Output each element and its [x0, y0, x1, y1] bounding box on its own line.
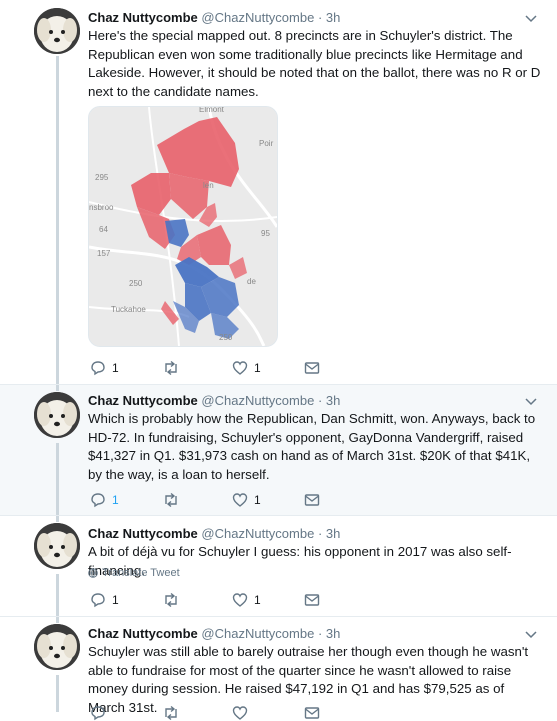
- avatar[interactable]: [34, 624, 80, 670]
- like-button[interactable]: 1: [232, 360, 261, 376]
- reply-icon: [91, 493, 105, 508]
- retweet-icon: [165, 705, 177, 721]
- reply-button[interactable]: 1: [90, 492, 119, 508]
- thread-line: [56, 617, 59, 623]
- display-name[interactable]: Chaz Nuttycombe: [88, 626, 198, 641]
- tweet-header: Chaz Nuttycombe @ChazNuttycombe · 3h: [88, 10, 341, 25]
- tweet-text: Here's the special mapped out. 8 precinc…: [88, 28, 541, 99]
- retweet-button[interactable]: [162, 492, 180, 508]
- tweet-2[interactable]: Chaz Nuttycombe @ChazNuttycombe · 3h Whi…: [0, 385, 557, 515]
- retweet-button[interactable]: [162, 592, 180, 608]
- reply-count: 1: [112, 593, 119, 607]
- retweet-icon: [165, 492, 177, 508]
- dm-icon: [304, 594, 320, 606]
- thread-line: [56, 385, 59, 391]
- caret-down-icon[interactable]: [525, 15, 537, 23]
- timestamp[interactable]: 3h: [326, 393, 340, 408]
- timestamp[interactable]: 3h: [326, 10, 340, 25]
- translate-label: Translate Tweet: [102, 567, 180, 579]
- dm-icon: [304, 362, 320, 374]
- timestamp[interactable]: 3h: [326, 626, 340, 641]
- like-icon: [232, 706, 248, 720]
- like-button[interactable]: [232, 705, 248, 721]
- handle[interactable]: @ChazNuttycombe: [201, 10, 314, 25]
- caret-down-icon[interactable]: [525, 631, 537, 639]
- globe-icon: [88, 568, 98, 578]
- dm-button[interactable]: [304, 705, 320, 721]
- tweet-header: Chaz Nuttycombe @ChazNuttycombe · 3h: [88, 393, 341, 408]
- reply-count: 1: [112, 361, 119, 375]
- reply-icon: [91, 361, 105, 376]
- dm-button[interactable]: [304, 360, 320, 376]
- handle[interactable]: @ChazNuttycombe: [201, 526, 314, 541]
- handle[interactable]: @ChazNuttycombe: [201, 626, 314, 641]
- retweet-icon: [165, 592, 177, 608]
- thread-line: [56, 574, 59, 616]
- tweet-header: Chaz Nuttycombe @ChazNuttycombe · 3h: [88, 626, 341, 641]
- like-button[interactable]: 1: [232, 592, 261, 608]
- dm-icon: [304, 494, 320, 506]
- avatar[interactable]: [34, 392, 80, 438]
- dm-icon: [304, 707, 320, 719]
- like-icon: [232, 361, 248, 375]
- dm-button[interactable]: [304, 492, 320, 508]
- display-name[interactable]: Chaz Nuttycombe: [88, 526, 198, 541]
- like-count: 1: [254, 593, 261, 607]
- display-name[interactable]: Chaz Nuttycombe: [88, 10, 198, 25]
- precinct-map-image[interactable]: Elmont Poir 295 nsbroo len 64 95 157 250…: [88, 106, 278, 347]
- reply-button[interactable]: 1: [90, 592, 119, 608]
- retweet-button[interactable]: [162, 360, 180, 376]
- thread-line: [56, 675, 59, 712]
- translate-link[interactable]: Translate Tweet: [88, 567, 180, 579]
- retweet-icon: [165, 360, 177, 376]
- reply-icon: [91, 593, 105, 608]
- tweet-header: Chaz Nuttycombe @ChazNuttycombe · 3h: [88, 526, 341, 541]
- like-count: 1: [254, 361, 261, 375]
- reply-button[interactable]: [90, 705, 106, 721]
- timestamp[interactable]: 3h: [326, 526, 340, 541]
- like-icon: [232, 493, 248, 507]
- retweet-button[interactable]: [162, 705, 180, 721]
- tweet-text: Which is probably how the Republican, Da…: [88, 411, 536, 482]
- like-count: 1: [254, 493, 261, 507]
- tweet-3[interactable]: Chaz Nuttycombe @ChazNuttycombe · 3h A b…: [0, 516, 557, 616]
- avatar[interactable]: [34, 523, 80, 569]
- reply-count: 1: [112, 493, 119, 507]
- like-button[interactable]: 1: [232, 492, 261, 508]
- caret-down-icon[interactable]: [525, 398, 537, 406]
- reply-icon: [91, 706, 105, 721]
- tweet-1[interactable]: Chaz Nuttycombe @ChazNuttycombe · 3h Her…: [0, 0, 557, 384]
- handle[interactable]: @ChazNuttycombe: [201, 393, 314, 408]
- avatar[interactable]: [34, 8, 80, 54]
- tweet-4[interactable]: Chaz Nuttycombe @ChazNuttycombe · 3h Sch…: [0, 617, 557, 721]
- display-name[interactable]: Chaz Nuttycombe: [88, 393, 198, 408]
- like-icon: [232, 593, 248, 607]
- thread-line: [56, 443, 59, 515]
- thread-line: [56, 516, 59, 522]
- dm-button[interactable]: [304, 592, 320, 608]
- reply-button[interactable]: 1: [90, 360, 119, 376]
